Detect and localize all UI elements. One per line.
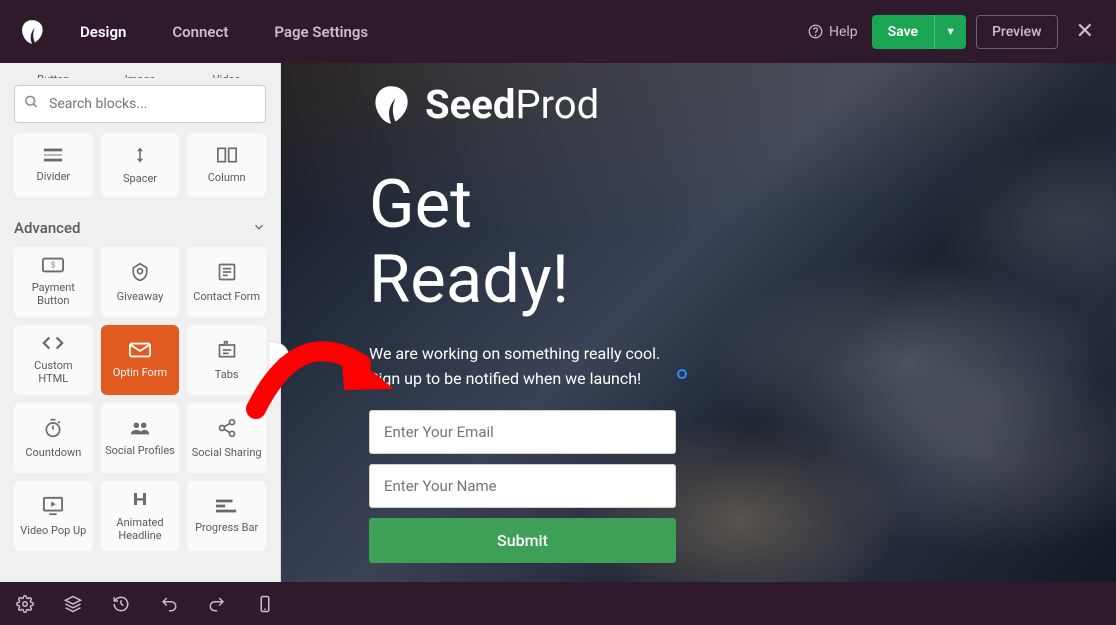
search-input[interactable] <box>14 85 266 123</box>
work-area: Button Image Video Divider <box>0 63 1116 582</box>
page-canvas[interactable]: SeedProd GetReady! We are working on som… <box>281 63 1116 582</box>
block-contact-form[interactable]: Contact Form <box>187 247 266 317</box>
tab-design[interactable]: Design <box>80 23 126 41</box>
help-label: Help <box>829 24 858 40</box>
search-block <box>14 85 266 123</box>
block-tabs[interactable]: Tabs <box>187 325 266 395</box>
tabs-icon <box>217 340 237 364</box>
contact-form-icon <box>217 262 237 286</box>
share-icon <box>217 418 237 442</box>
top-bar: Design Connect Page Settings Help Save ▼… <box>0 0 1116 63</box>
heading-icon <box>131 490 149 512</box>
brand-name: SeedProd <box>425 81 599 128</box>
block-custom-html[interactable]: Custom HTML <box>14 325 93 395</box>
subheadline: We are working on something really cool.… <box>369 342 676 392</box>
block-social-profiles[interactable]: Social Profiles <box>101 403 180 473</box>
preview-button[interactable]: Preview <box>976 15 1058 49</box>
layers-icon[interactable] <box>64 595 82 613</box>
block-progress-bar[interactable]: Progress Bar <box>187 481 266 551</box>
svg-text:$: $ <box>51 261 55 270</box>
help-link[interactable]: Help <box>808 24 858 40</box>
block-social-sharing[interactable]: Social Sharing <box>187 403 266 473</box>
global-settings-icon[interactable] <box>16 595 34 613</box>
search-icon <box>24 95 39 114</box>
block-spacer[interactable]: Spacer <box>101 133 180 197</box>
stopwatch-icon <box>43 418 63 442</box>
selection-handle-icon[interactable] <box>677 369 687 379</box>
social-profiles-icon <box>129 420 151 440</box>
bottom-bar <box>0 582 1116 625</box>
history-icon[interactable] <box>112 595 130 613</box>
partial-row: Button Image Video <box>14 73 266 79</box>
block-animated-headline[interactable]: Animated Headline <box>101 481 180 551</box>
progress-icon <box>216 499 238 517</box>
block-divider[interactable]: Divider <box>14 133 93 197</box>
brand: SeedProd <box>369 81 676 128</box>
tab-page-settings[interactable]: Page Settings <box>274 23 368 41</box>
save-group: Save ▼ <box>872 15 966 49</box>
block-column[interactable]: Column <box>187 133 266 197</box>
undo-icon[interactable] <box>160 595 178 613</box>
block-optin-form[interactable]: Optin Form <box>101 325 180 395</box>
mail-icon <box>129 342 151 362</box>
video-popup-icon <box>42 496 64 520</box>
block-payment-button[interactable]: $ Payment Button <box>14 247 93 317</box>
tab-connect[interactable]: Connect <box>172 23 228 41</box>
headline: GetReady! <box>369 168 676 318</box>
email-field[interactable] <box>369 410 676 454</box>
optin-form-element[interactable]: Submit <box>369 410 676 563</box>
section-advanced-header[interactable]: Advanced <box>14 219 266 237</box>
app-logo-icon <box>18 18 46 46</box>
block-video-popup[interactable]: Video Pop Up <box>14 481 93 551</box>
brand-logo-icon <box>369 83 413 127</box>
save-button[interactable]: Save <box>872 15 934 49</box>
blocks-sidebar: Button Image Video Divider <box>0 63 281 582</box>
column-icon <box>217 147 237 167</box>
mobile-view-icon[interactable] <box>256 595 274 613</box>
code-icon <box>42 335 64 355</box>
name-field[interactable] <box>369 464 676 508</box>
payment-icon: $ <box>42 257 64 277</box>
submit-button[interactable]: Submit <box>369 518 676 563</box>
giveaway-icon <box>130 262 150 286</box>
save-dropdown[interactable]: ▼ <box>934 15 966 49</box>
redo-icon[interactable] <box>208 595 226 613</box>
close-icon[interactable]: ✕ <box>1072 15 1098 48</box>
block-giveaway[interactable]: Giveaway <box>101 247 180 317</box>
chevron-down-icon <box>252 220 266 237</box>
divider-icon <box>42 148 64 166</box>
section-advanced-label: Advanced <box>14 219 80 237</box>
spacer-icon <box>131 146 149 168</box>
top-nav: Design Connect Page Settings <box>80 23 808 41</box>
block-countdown[interactable]: Countdown <box>14 403 93 473</box>
